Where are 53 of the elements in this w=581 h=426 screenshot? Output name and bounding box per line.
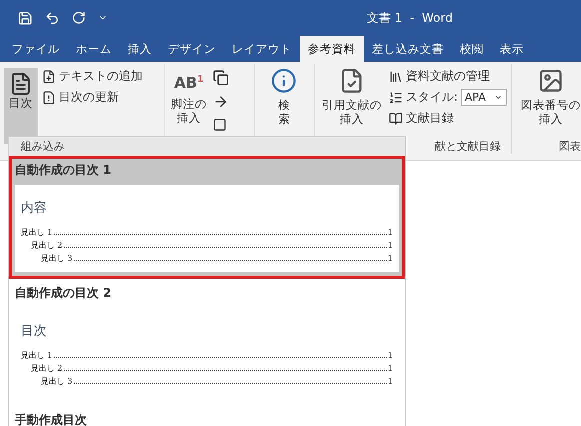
book-icon xyxy=(388,112,403,126)
ribbon-tab[interactable]: ファイル xyxy=(4,36,68,62)
toc-entry-text: 見出し 2 xyxy=(31,363,63,374)
undo-icon[interactable] xyxy=(45,10,60,26)
show-notes-icon[interactable] xyxy=(213,118,227,132)
caret-icon xyxy=(494,93,503,102)
next-footnote-icon[interactable] xyxy=(213,94,229,110)
footnote-icon: AB$^{1}$ xyxy=(174,74,204,93)
redo-icon[interactable] xyxy=(72,11,86,25)
gallery-item-title: 自動作成の目次 1 xyxy=(15,162,113,179)
section-header: 組み込み xyxy=(9,137,405,156)
toc-entry-text: 見出し 2 xyxy=(31,240,63,251)
document-plus-icon xyxy=(42,70,56,84)
ribbon-tab[interactable]: 校閲 xyxy=(452,36,492,62)
ribbon-tab[interactable]: 表示 xyxy=(492,36,532,62)
list-icon xyxy=(388,90,403,104)
page-number: 1 xyxy=(388,228,393,237)
document-warning-icon xyxy=(42,90,56,104)
ribbon-tab[interactable]: レイアウト xyxy=(224,36,300,62)
toc-entry-text: 見出し 3 xyxy=(41,253,73,264)
page-number: 1 xyxy=(388,351,393,360)
style-dropdown[interactable]: APA xyxy=(461,89,507,106)
ribbon-tab[interactable]: 挿入 xyxy=(120,36,160,62)
ribbon-button[interactable]: 文献目録 xyxy=(388,110,507,127)
group-label: 献と文献目録 xyxy=(434,139,502,154)
ribbon-tab[interactable]: 差し込み文書 xyxy=(364,36,452,62)
ribbon-tab[interactable]: 参考資料 xyxy=(300,36,364,62)
gallery-item[interactable]: 自動作成の目次 1 内容 見出し 1 1 見出し 2 1 見出し 3 1 xyxy=(9,156,405,279)
endnote-icon[interactable] xyxy=(213,70,229,86)
gallery-item-title[interactable]: 手動作成目次 xyxy=(9,402,405,426)
picture-icon xyxy=(538,68,564,94)
ribbon-tab[interactable]: ホーム xyxy=(68,36,120,62)
toc-entry-text: 見出し 1 xyxy=(21,227,53,238)
toc-entry-text: 見出し 3 xyxy=(41,376,73,387)
window-title: 文書 1 - Word xyxy=(367,10,453,26)
toc-heading: 内容 xyxy=(21,200,48,217)
page-number: 1 xyxy=(388,377,393,386)
page-number: 1 xyxy=(388,241,393,250)
group-label: 図表 xyxy=(558,139,581,154)
page-number: 1 xyxy=(388,254,393,263)
style-label: スタイル: xyxy=(406,89,458,106)
toc-entry-text: 見出し 1 xyxy=(21,350,53,361)
document-icon xyxy=(9,72,33,96)
ribbon-button[interactable]: 目次の更新 xyxy=(42,89,143,106)
ribbon-button[interactable]: 資料文献の管理 xyxy=(388,68,507,85)
toc-heading: 目次 xyxy=(21,323,48,340)
insert-caption-button[interactable]: 図表番号の挿入 xyxy=(516,68,581,139)
insert-citation-button[interactable]: 引用文献の挿入 xyxy=(319,68,385,139)
save-icon[interactable] xyxy=(18,10,33,26)
ribbon-button[interactable]: テキストの追加 xyxy=(42,68,143,85)
ribbon-tab[interactable]: デザイン xyxy=(160,36,224,62)
gallery-item-title: 自動作成の目次 2 xyxy=(15,285,113,302)
page-number: 1 xyxy=(388,364,393,373)
